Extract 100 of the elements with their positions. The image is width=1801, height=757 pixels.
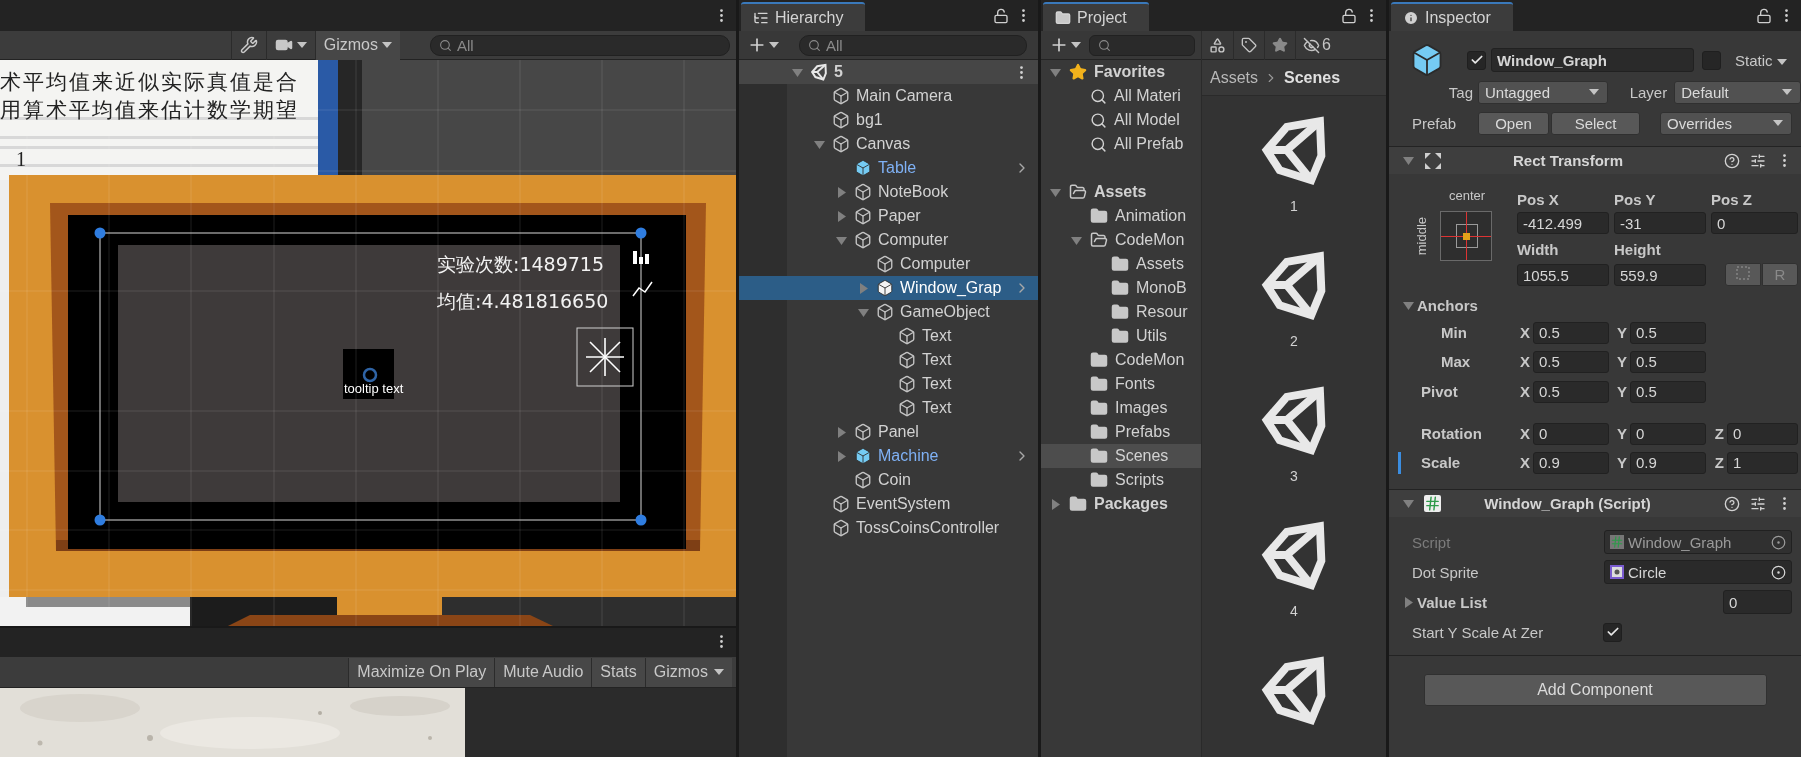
number-field[interactable]: 0.5 xyxy=(1630,321,1706,344)
toolbar-button[interactable]: Gizmos xyxy=(644,657,732,687)
folder-item[interactable]: Scenes xyxy=(1041,444,1201,468)
favorite-search-item[interactable]: All Model xyxy=(1041,108,1201,132)
overrides-dropdown[interactable]: Overrides xyxy=(1660,111,1792,135)
folder-item[interactable]: Images xyxy=(1041,396,1201,420)
folder-item[interactable]: MonoB xyxy=(1041,276,1201,300)
active-checkbox[interactable] xyxy=(1467,50,1486,70)
folder-item[interactable]: Packages xyxy=(1041,492,1201,516)
blueprint-mode-button[interactable] xyxy=(1725,263,1761,286)
foldout-arrow-icon[interactable] xyxy=(835,234,847,246)
hierarchy-tab[interactable]: Hierarchy xyxy=(741,2,866,31)
lock-icon[interactable] xyxy=(1756,7,1772,24)
hidden-packages-button[interactable]: 6 xyxy=(1295,30,1338,60)
hierarchy-item[interactable]: TossCoinsController xyxy=(739,516,1038,540)
breadcrumb-link[interactable]: Assets xyxy=(1210,68,1258,87)
foldout-arrow-icon[interactable] xyxy=(835,210,847,222)
folder-item[interactable]: Assets xyxy=(1041,180,1201,204)
hierarchy-item[interactable]: Computer xyxy=(739,228,1038,252)
presets-icon[interactable] xyxy=(1750,495,1766,512)
foldout-arrow-icon[interactable] xyxy=(1070,234,1082,246)
asset-name[interactable]: 1 xyxy=(1290,198,1298,214)
foldout-arrow-icon[interactable] xyxy=(1049,66,1061,78)
asset-name[interactable]: 4 xyxy=(1290,603,1298,619)
folder-item[interactable]: CodeMon xyxy=(1041,228,1201,252)
asset-name[interactable]: 2 xyxy=(1290,333,1298,349)
number-field[interactable]: 0.5 xyxy=(1533,321,1609,344)
object-field[interactable]: Circle xyxy=(1604,560,1792,584)
number-field[interactable]: 0.5 xyxy=(1630,350,1706,373)
foldout-arrow-icon[interactable] xyxy=(813,138,825,150)
folder-item[interactable]: Resour xyxy=(1041,300,1201,324)
toggle-checkbox[interactable] xyxy=(1603,622,1622,642)
foldout-arrow-icon[interactable] xyxy=(857,306,869,318)
hierarchy-item[interactable]: Panel xyxy=(739,420,1038,444)
foldout-arrow-icon[interactable] xyxy=(1403,596,1414,608)
folder-item[interactable]: Assets xyxy=(1041,252,1201,276)
prefab-button[interactable]: Select xyxy=(1551,111,1640,135)
foldout-arrow-icon[interactable] xyxy=(1049,186,1061,198)
asset-name[interactable]: 3 xyxy=(1290,468,1298,484)
number-field[interactable]: 0.5 xyxy=(1533,380,1609,403)
static-checkbox[interactable] xyxy=(1702,50,1721,70)
hierarchy-item[interactable]: Canvas xyxy=(739,132,1038,156)
hierarchy-item[interactable]: GameObject xyxy=(739,300,1038,324)
hierarchy-item[interactable]: Table xyxy=(739,156,1038,180)
folder-item[interactable]: Fonts xyxy=(1041,372,1201,396)
hierarchy-item[interactable]: Window_Grap xyxy=(739,276,1038,300)
foldout-arrow-icon[interactable] xyxy=(835,450,847,462)
foldout-arrow-icon[interactable] xyxy=(1403,299,1414,311)
add-component-button[interactable]: Add Component xyxy=(1423,674,1767,706)
hierarchy-item[interactable]: Machine xyxy=(739,444,1038,468)
prefab-button[interactable]: Open xyxy=(1478,111,1549,135)
toolbar-button[interactable]: Maximize On Play xyxy=(348,657,495,687)
lock-icon[interactable] xyxy=(1341,7,1357,24)
number-field[interactable]: -31 xyxy=(1614,212,1706,234)
favorites-item[interactable]: Favorites xyxy=(1041,60,1201,84)
layer-dropdown[interactable]: Default xyxy=(1674,80,1801,104)
number-field[interactable]: 0.5 xyxy=(1533,350,1609,373)
toolbar-button[interactable]: Mute Audio xyxy=(494,657,592,687)
presets-icon[interactable] xyxy=(1750,152,1766,169)
hierarchy-item[interactable]: Text xyxy=(739,372,1038,396)
name-field[interactable]: Window_Graph xyxy=(1491,48,1694,72)
gizmos-button[interactable]: Gizmos xyxy=(314,30,400,60)
hierarchy-item[interactable]: Text xyxy=(739,324,1038,348)
favorite-search-item[interactable]: All Materi xyxy=(1041,84,1201,108)
scene-header[interactable]: 5 xyxy=(739,60,1038,84)
toolbar-button[interactable]: Stats xyxy=(591,657,645,687)
count-field[interactable]: 0 xyxy=(1723,590,1792,614)
hierarchy-item[interactable]: Computer xyxy=(739,252,1038,276)
favorite-search-item[interactable]: All Prefab xyxy=(1041,132,1201,156)
hierarchy-item[interactable]: Text xyxy=(739,396,1038,420)
object-picker-icon[interactable] xyxy=(1771,534,1786,550)
number-field[interactable]: 0.9 xyxy=(1630,451,1706,474)
folder-item[interactable]: Prefabs xyxy=(1041,420,1201,444)
number-field[interactable]: 0.9 xyxy=(1533,451,1609,474)
help-icon[interactable] xyxy=(1724,152,1740,169)
help-icon[interactable] xyxy=(1724,495,1740,512)
number-field[interactable]: 0 xyxy=(1630,422,1706,445)
hierarchy-item[interactable]: Coin xyxy=(739,468,1038,492)
inspector-tab[interactable]: Inspector xyxy=(1391,2,1513,31)
breadcrumb-link[interactable]: Scenes xyxy=(1284,68,1341,87)
object-picker-icon[interactable] xyxy=(1771,564,1786,580)
folder-item[interactable]: Utils xyxy=(1041,324,1201,348)
hierarchy-item[interactable]: Paper xyxy=(739,204,1038,228)
hierarchy-item[interactable]: bg1 xyxy=(739,108,1038,132)
lock-icon[interactable] xyxy=(993,7,1009,24)
search-field[interactable]: All xyxy=(799,34,1027,56)
number-field[interactable]: 1 xyxy=(1727,451,1798,474)
hierarchy-item[interactable]: Text xyxy=(739,348,1038,372)
search-field[interactable] xyxy=(1089,34,1195,56)
number-field[interactable]: 559.9 xyxy=(1614,264,1706,286)
folder-item[interactable]: Animation xyxy=(1041,204,1201,228)
tag-dropdown[interactable]: Untagged xyxy=(1478,80,1608,104)
number-field[interactable]: 0 xyxy=(1711,212,1798,234)
number-field[interactable]: 0 xyxy=(1727,422,1798,445)
folder-item[interactable]: CodeMon xyxy=(1041,348,1201,372)
foldout-arrow-icon[interactable] xyxy=(1049,498,1061,510)
anchor-preset-button[interactable] xyxy=(1440,211,1492,261)
folder-item[interactable]: Scripts xyxy=(1041,468,1201,492)
foldout-arrow-icon[interactable] xyxy=(1403,155,1414,166)
hierarchy-item[interactable]: Main Camera xyxy=(739,84,1038,108)
